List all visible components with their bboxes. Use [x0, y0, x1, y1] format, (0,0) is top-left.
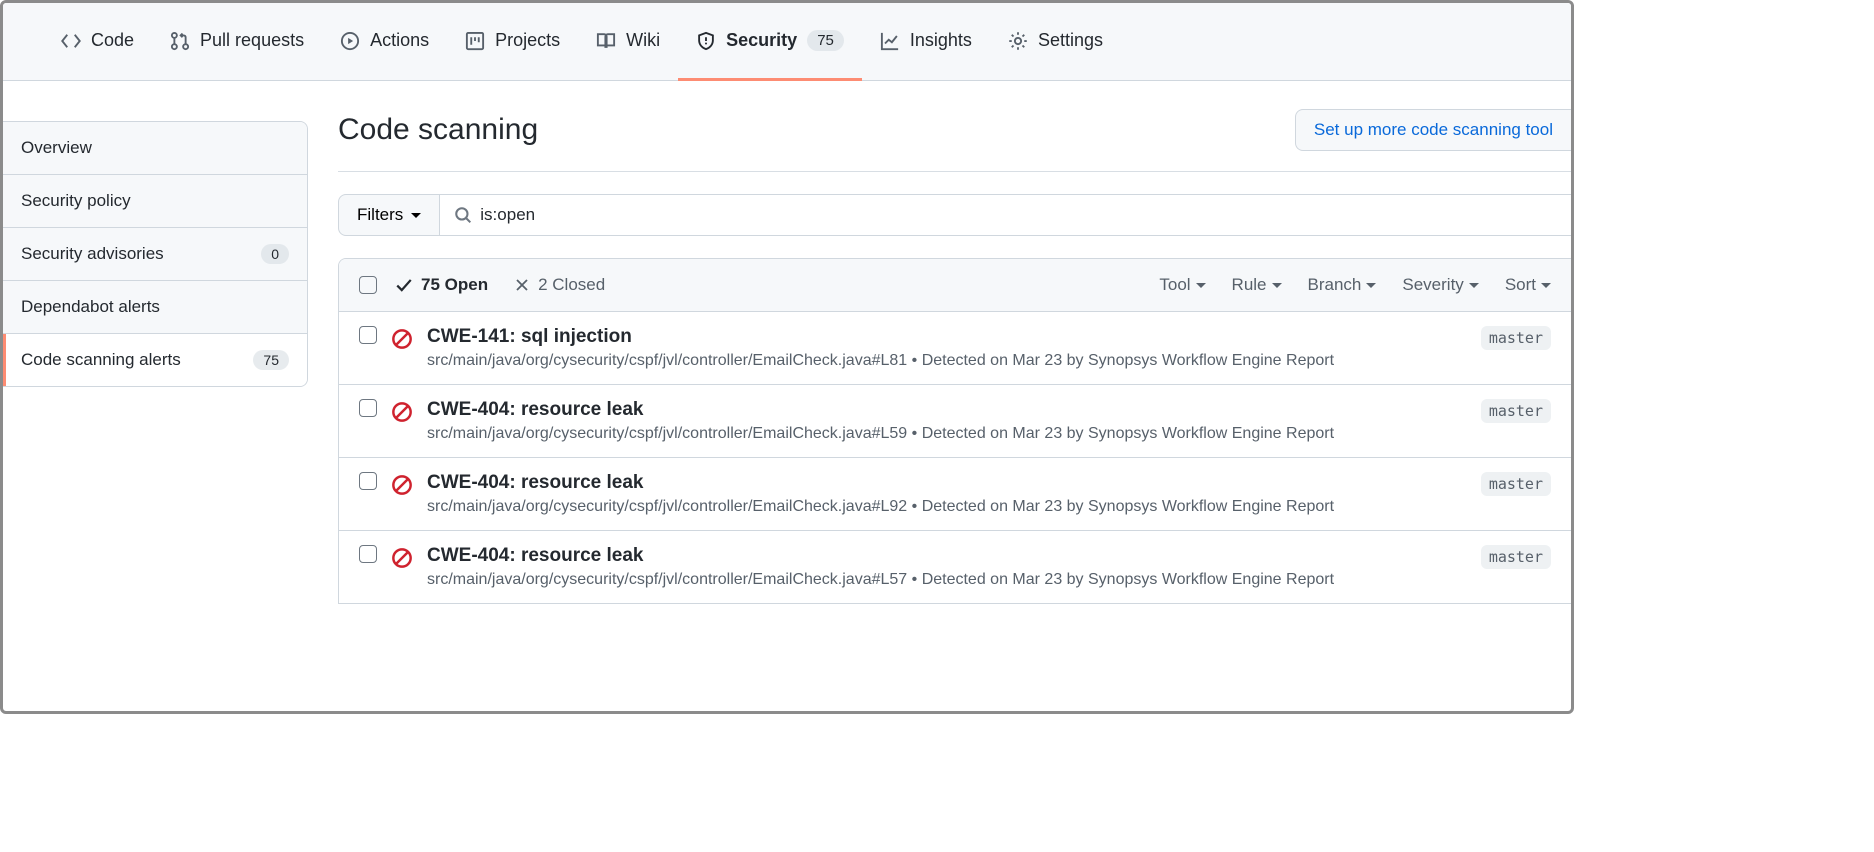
branch-label: master [1481, 399, 1551, 423]
book-icon [596, 31, 616, 51]
graph-icon [880, 31, 900, 51]
filter-tool[interactable]: Tool [1159, 275, 1205, 295]
main-content: Code scanning Set up more code scanning … [308, 81, 1571, 711]
closed-label: 2 Closed [538, 275, 605, 295]
alert-title-link[interactable]: CWE-404: resource leak [427, 545, 644, 567]
sidebar-item-label: Security advisories [21, 244, 164, 264]
no-entry-icon [391, 401, 413, 423]
nav-tab-label: Security [726, 30, 797, 51]
git-pull-request-icon [170, 31, 190, 51]
sidebar-item-label: Security policy [21, 191, 131, 211]
no-entry-icon [391, 328, 413, 350]
sidebar-item-counter: 0 [261, 244, 289, 264]
sidebar-item-label: Code scanning alerts [21, 350, 181, 370]
filter-rule[interactable]: Rule [1232, 275, 1282, 295]
x-icon [514, 277, 530, 293]
caret-down-icon [1541, 283, 1551, 288]
search-input[interactable] [472, 195, 1557, 235]
alert-checkbox[interactable] [359, 472, 377, 490]
search-icon [454, 206, 472, 224]
repo-nav: Code Pull requests Actions Projects Wiki [3, 3, 1571, 81]
sidebar-item-security-advisories[interactable]: Security advisories 0 [3, 228, 307, 281]
closed-filter[interactable]: 2 Closed [514, 275, 605, 295]
nav-tab-label: Insights [910, 30, 972, 51]
sidebar-item-counter: 75 [253, 350, 289, 370]
sidebar-item-dependabot-alerts[interactable]: Dependabot alerts [3, 281, 307, 334]
no-entry-icon [391, 474, 413, 496]
nav-tab-label: Projects [495, 30, 560, 51]
alert-meta: src/main/java/org/cysecurity/cspf/jvl/co… [427, 352, 1467, 370]
play-icon [340, 31, 360, 51]
sidebar-item-label: Dependabot alerts [21, 297, 160, 317]
caret-down-icon [1469, 283, 1479, 288]
alert-title-link[interactable]: CWE-141: sql injection [427, 326, 632, 348]
nav-tab-wiki[interactable]: Wiki [578, 4, 678, 81]
search-box[interactable] [440, 194, 1571, 236]
code-icon [61, 31, 81, 51]
open-filter[interactable]: 75 Open [395, 275, 488, 295]
alert-meta: src/main/java/org/cysecurity/cspf/jvl/co… [427, 571, 1467, 589]
alert-title-link[interactable]: CWE-404: resource leak [427, 399, 644, 421]
nav-tab-label: Settings [1038, 30, 1103, 51]
caret-down-icon [1366, 283, 1376, 288]
nav-tab-security[interactable]: Security 75 [678, 4, 862, 81]
nav-tab-projects[interactable]: Projects [447, 4, 578, 81]
alerts-header: 75 Open 2 Closed Tool Rule Branch Severi… [339, 259, 1571, 312]
check-icon [395, 276, 413, 294]
nav-tab-insights[interactable]: Insights [862, 4, 990, 81]
nav-tab-counter: 75 [807, 30, 844, 51]
alert-checkbox[interactable] [359, 545, 377, 563]
caret-down-icon [1272, 283, 1282, 288]
alerts-list: 75 Open 2 Closed Tool Rule Branch Severi… [338, 258, 1571, 604]
nav-tab-label: Wiki [626, 30, 660, 51]
nav-tab-label: Code [91, 30, 134, 51]
filter-branch[interactable]: Branch [1308, 275, 1377, 295]
open-label: 75 Open [421, 275, 488, 295]
nav-tab-label: Actions [370, 30, 429, 51]
sidebar-item-code-scanning-alerts[interactable]: Code scanning alerts 75 [3, 334, 307, 386]
alert-checkbox[interactable] [359, 399, 377, 417]
branch-label: master [1481, 545, 1551, 569]
no-entry-icon [391, 547, 413, 569]
shield-icon [696, 31, 716, 51]
sidebar-item-label: Overview [21, 138, 92, 158]
filter-sort[interactable]: Sort [1505, 275, 1551, 295]
page-title: Code scanning [338, 113, 538, 147]
sidebar-item-security-policy[interactable]: Security policy [3, 175, 307, 228]
filters-button[interactable]: Filters [338, 194, 440, 236]
caret-down-icon [411, 213, 421, 218]
alert-row: CWE-141: sql injection src/main/java/org… [339, 312, 1571, 385]
project-icon [465, 31, 485, 51]
security-sidebar: Overview Security policy Security adviso… [3, 121, 308, 387]
alert-title-link[interactable]: CWE-404: resource leak [427, 472, 644, 494]
filters-label: Filters [357, 205, 403, 225]
sidebar-item-overview[interactable]: Overview [3, 122, 307, 175]
alert-meta: src/main/java/org/cysecurity/cspf/jvl/co… [427, 498, 1467, 516]
nav-tab-code[interactable]: Code [43, 4, 152, 81]
branch-label: master [1481, 472, 1551, 496]
caret-down-icon [1196, 283, 1206, 288]
select-all-checkbox[interactable] [359, 276, 377, 294]
nav-tab-actions[interactable]: Actions [322, 4, 447, 81]
branch-label: master [1481, 326, 1551, 350]
alert-row: CWE-404: resource leak src/main/java/org… [339, 531, 1571, 603]
nav-tab-label: Pull requests [200, 30, 304, 51]
nav-tab-pull-requests[interactable]: Pull requests [152, 4, 322, 81]
alert-row: CWE-404: resource leak src/main/java/org… [339, 458, 1571, 531]
alert-row: CWE-404: resource leak src/main/java/org… [339, 385, 1571, 458]
alert-checkbox[interactable] [359, 326, 377, 344]
filter-severity[interactable]: Severity [1402, 275, 1478, 295]
gear-icon [1008, 31, 1028, 51]
alert-meta: src/main/java/org/cysecurity/cspf/jvl/co… [427, 425, 1467, 443]
nav-tab-settings[interactable]: Settings [990, 4, 1121, 81]
setup-more-tools-button[interactable]: Set up more code scanning tool [1295, 109, 1571, 151]
